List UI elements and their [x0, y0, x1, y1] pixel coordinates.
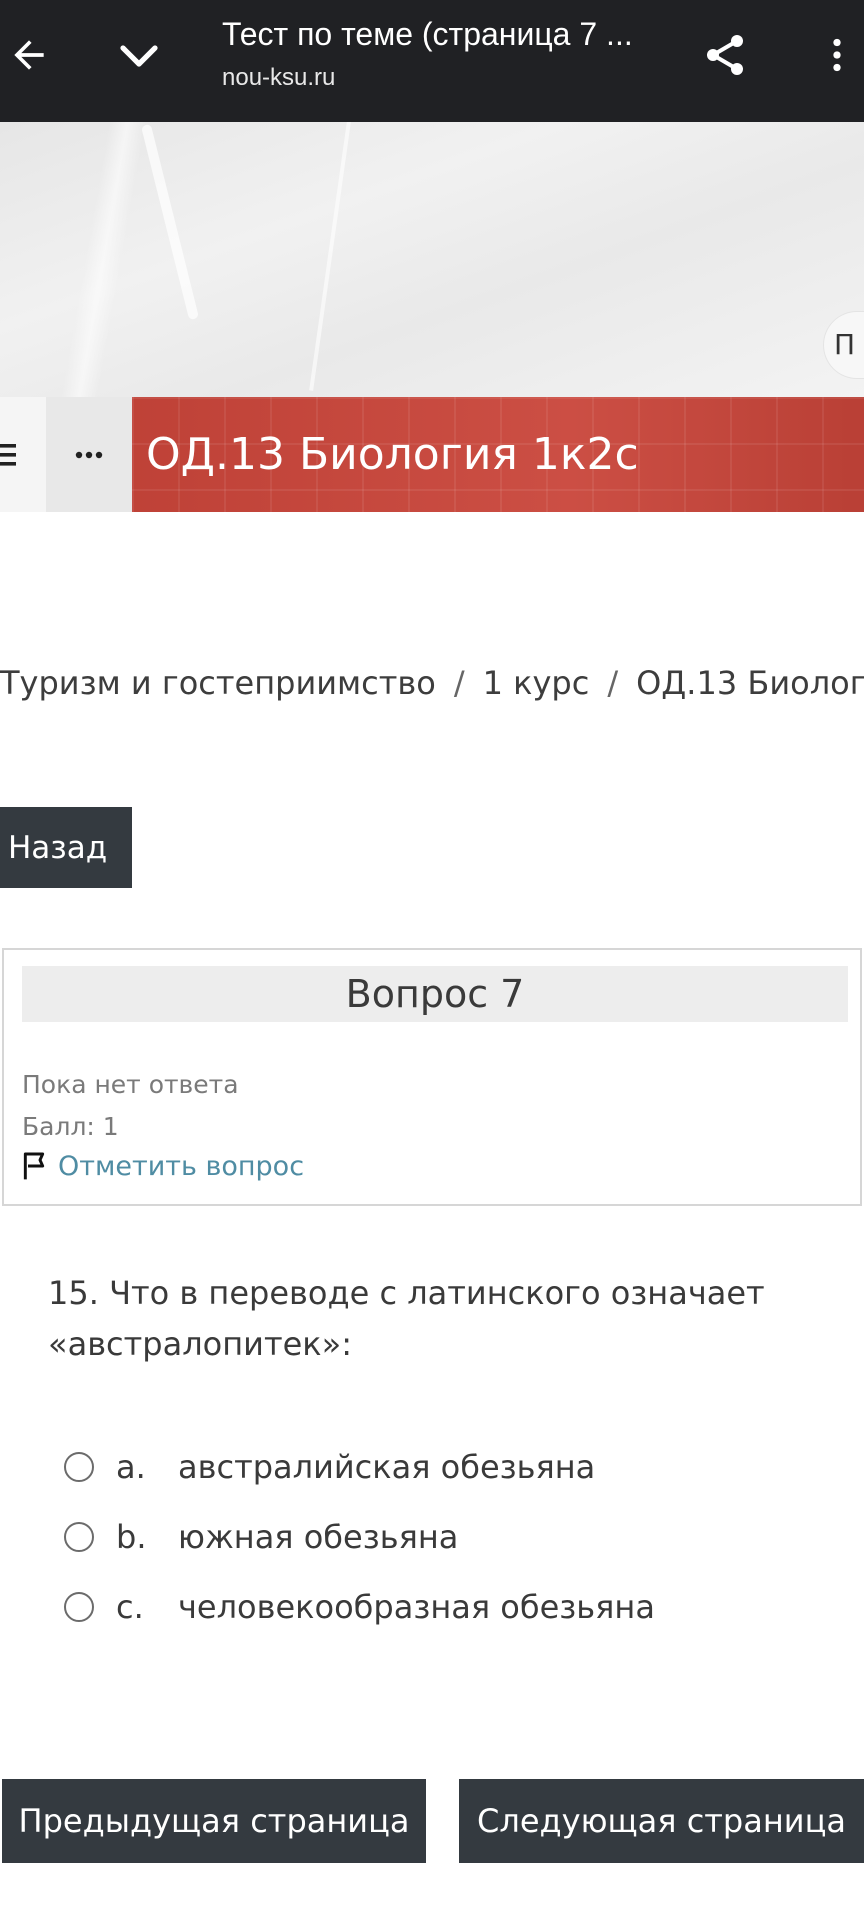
hamburger-menu-icon[interactable] [0, 397, 46, 512]
previous-page-button[interactable]: Предыдущая страница [2, 1779, 426, 1863]
course-banner: ОД.13 Биология 1к2с [132, 397, 864, 512]
question-number: Вопрос 7 [22, 966, 848, 1022]
breadcrumb: Туризм и гостеприимство / 1 курс / ОД.13 Био… [0, 664, 864, 702]
hero-side-button[interactable]: П [824, 312, 864, 378]
flag-question-label[interactable]: Отметить вопрос [58, 1151, 304, 1182]
breadcrumb-separator: / [453, 664, 465, 702]
chevron-down-icon[interactable] [104, 20, 174, 90]
hero-texture [309, 122, 355, 391]
course-title[interactable]: ОД.13 Биология 1к2с [146, 429, 639, 480]
answer-option-a[interactable]: a. австралийская обезьяна [64, 1432, 844, 1502]
question-state: Пока нет ответа [22, 1070, 239, 1099]
question-info-panel: Вопрос 7 Пока нет ответа Балл: 1 Отметит… [2, 948, 862, 1206]
radio-button[interactable] [64, 1452, 94, 1482]
more-vertical-icon[interactable] [802, 20, 864, 90]
answer-letter: c. [116, 1588, 144, 1626]
back-arrow-icon[interactable] [0, 20, 64, 90]
next-page-button[interactable]: Следующая страница [459, 1779, 864, 1863]
answer-option-b[interactable]: b. южная обезьяна [64, 1502, 844, 1572]
share-icon[interactable] [690, 20, 760, 90]
question-grade: Балл: 1 [22, 1112, 119, 1141]
flag-icon [23, 1152, 45, 1180]
breadcrumb-item[interactable]: Туризм и гостеприимство [0, 664, 436, 702]
back-button[interactable]: Назад [0, 807, 132, 888]
question-text: 15. Что в переводе с латинского означает… [48, 1274, 765, 1363]
answer-letter: a. [116, 1448, 146, 1486]
breadcrumb-item[interactable]: 1 курс [483, 664, 590, 702]
answer-list: a. австралийская обезьяна b. южная обезь… [64, 1432, 844, 1642]
breadcrumb-separator: / [607, 664, 619, 702]
answer-option-c[interactable]: c. человекообразная обезьяна [64, 1572, 844, 1642]
browser-toolbar: Тест по теме (страница 7 ... nou-ksu.ru [0, 0, 864, 122]
course-navbar: ОД.13 Биология 1к2с [0, 397, 864, 512]
radio-button[interactable] [64, 1592, 94, 1622]
answer-text[interactable]: южная обезьяна [178, 1518, 458, 1556]
breadcrumb-item[interactable]: ОД.13 Биология [636, 664, 864, 702]
hero-texture [140, 123, 200, 321]
answer-text[interactable]: человекообразная обезьяна [178, 1588, 655, 1626]
radio-button[interactable] [64, 1522, 94, 1552]
header-background-image: П [0, 122, 864, 397]
browser-page-title: Тест по теме (страница 7 ... [222, 16, 633, 52]
answer-letter: b. [116, 1518, 147, 1556]
flag-question-button[interactable]: Отметить вопрос [20, 1150, 304, 1182]
answer-text[interactable]: австралийская обезьяна [178, 1448, 595, 1486]
more-horizontal-icon[interactable] [46, 397, 132, 512]
browser-url: nou-ksu.ru [222, 64, 336, 91]
